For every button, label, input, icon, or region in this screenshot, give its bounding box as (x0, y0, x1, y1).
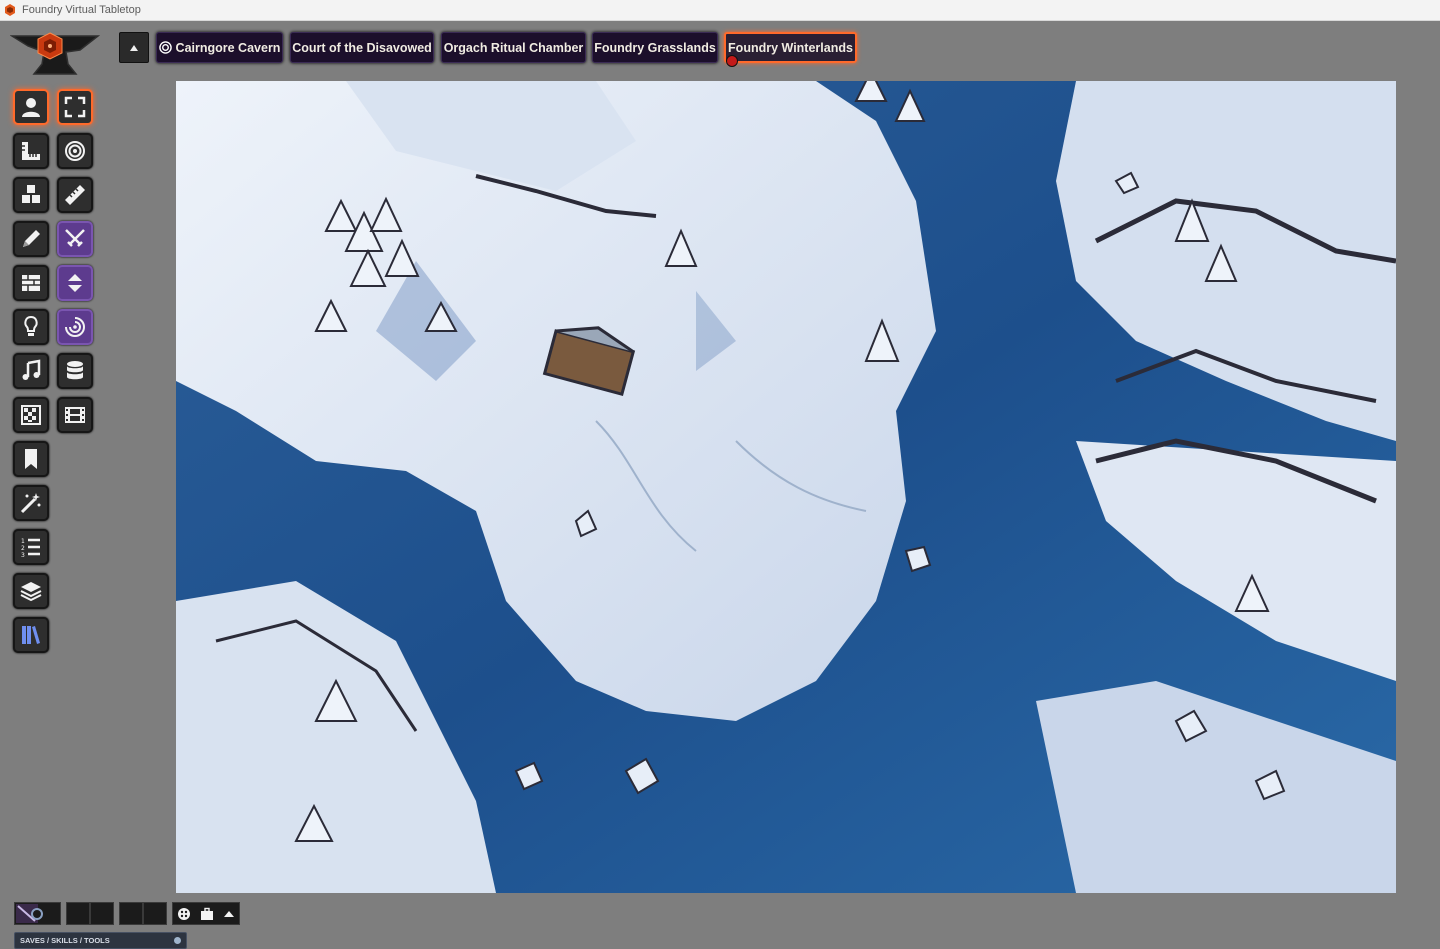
media-tool-button[interactable] (57, 397, 93, 433)
combat-tool-button[interactable] (57, 221, 93, 257)
scene-tab-label: Orgach Ritual Chamber (443, 40, 584, 55)
svg-text:3: 3 (21, 552, 25, 559)
viewed-scene-icon (158, 41, 172, 54)
effects-controls-button[interactable] (13, 485, 49, 521)
hotbar-macro-slot-4[interactable] (119, 902, 143, 925)
tiles-controls-button[interactable] (13, 177, 49, 213)
cubes-icon (22, 185, 40, 203)
scene-tab-cairngore-cavern[interactable]: Cairngore Cavern (156, 32, 283, 63)
target-icon (65, 141, 85, 161)
film-icon (65, 407, 85, 423)
combat-list-button[interactable]: 123 (13, 529, 49, 565)
svg-text:1: 1 (21, 538, 25, 545)
settings-dot-icon[interactable] (174, 937, 181, 944)
window-title: Foundry Virtual Tabletop (22, 4, 141, 16)
scene-tab-label: Court of the Disavowed (292, 40, 432, 55)
pencil-icon (23, 230, 40, 247)
foundry-app-icon (5, 4, 15, 16)
ruler-tool-button[interactable] (57, 177, 93, 213)
macro-slot-avatar-icon (16, 904, 43, 923)
caret-up-icon (130, 44, 138, 51)
expand-icon (64, 96, 86, 118)
magic-wand-icon (20, 493, 41, 514)
hotbar-macro-slot-5[interactable] (143, 902, 167, 925)
hotbar-macro-slot-2[interactable] (66, 902, 90, 925)
fullscreen-tool-button[interactable] (57, 89, 93, 125)
token-icon (22, 98, 40, 117)
bookmark-icon (25, 449, 37, 469)
drawing-controls-button[interactable] (13, 221, 49, 257)
hotbar-controls (172, 902, 240, 925)
scene-tab-label: Foundry Grasslands (594, 40, 716, 55)
svg-text:2: 2 (21, 545, 25, 552)
lighting-controls-button[interactable] (13, 309, 49, 345)
briefcase-icon[interactable] (200, 907, 214, 921)
scene-nav-collapse-button[interactable] (119, 32, 149, 63)
caret-up-icon[interactable] (223, 909, 235, 919)
scene-tab-label: Foundry Winterlands (728, 40, 853, 55)
crossed-swords-icon (65, 229, 85, 247)
layers-controls-button[interactable] (13, 573, 49, 609)
list-icon: 123 (21, 538, 40, 559)
scene-tab-foundry-grasslands[interactable]: Foundry Grasslands (592, 32, 718, 63)
wall-icon (22, 275, 40, 291)
scene-tab-court-of-the-disavowed[interactable]: Court of the Disavowed (290, 32, 434, 63)
token-controls-button[interactable] (13, 89, 49, 125)
ping-tool-button[interactable] (57, 309, 93, 345)
walls-controls-button[interactable] (13, 265, 49, 301)
dice-icon[interactable] (177, 907, 191, 921)
layers-icon (20, 582, 42, 602)
swirl-target-icon (65, 317, 85, 337)
database-icon (67, 361, 83, 380)
lightbulb-icon (24, 315, 38, 336)
window-titlebar: Foundry Virtual Tabletop (0, 0, 1440, 21)
measure-grid-button[interactable] (13, 133, 49, 169)
elevation-icon (68, 274, 82, 292)
database-tool-button[interactable] (57, 353, 93, 389)
active-scene-marker-icon (726, 55, 738, 67)
ruler-grid-icon (22, 142, 40, 160)
foundry-anvil-logo[interactable] (10, 30, 100, 80)
music-icon (22, 359, 41, 380)
notes-controls-button[interactable] (13, 441, 49, 477)
winterlands-map-image (176, 81, 1396, 893)
hotbar-macro-slot-3[interactable] (90, 902, 114, 925)
saves-skills-tools-label: SAVES / SKILLS / TOOLS (20, 936, 110, 945)
checker-icon (21, 405, 41, 425)
regions-controls-button[interactable] (13, 397, 49, 433)
scene-tab-foundry-winterlands[interactable]: Foundry Winterlands (724, 32, 857, 63)
ruler-icon (65, 185, 85, 205)
hotbar-macro-slot-1[interactable] (14, 902, 61, 925)
scene-tab-label: Cairngore Cavern (175, 40, 281, 55)
scene-tab-orgach-ritual-chamber[interactable]: Orgach Ritual Chamber (441, 32, 586, 63)
books-icon (22, 626, 40, 644)
sound-controls-button[interactable] (13, 353, 49, 389)
scene-map-canvas[interactable] (176, 81, 1396, 893)
target-tool-button[interactable] (57, 133, 93, 169)
saves-skills-tools-bar[interactable]: SAVES / SKILLS / TOOLS (14, 932, 187, 949)
compendium-library-button[interactable] (13, 617, 49, 653)
elevation-tool-button[interactable] (57, 265, 93, 301)
